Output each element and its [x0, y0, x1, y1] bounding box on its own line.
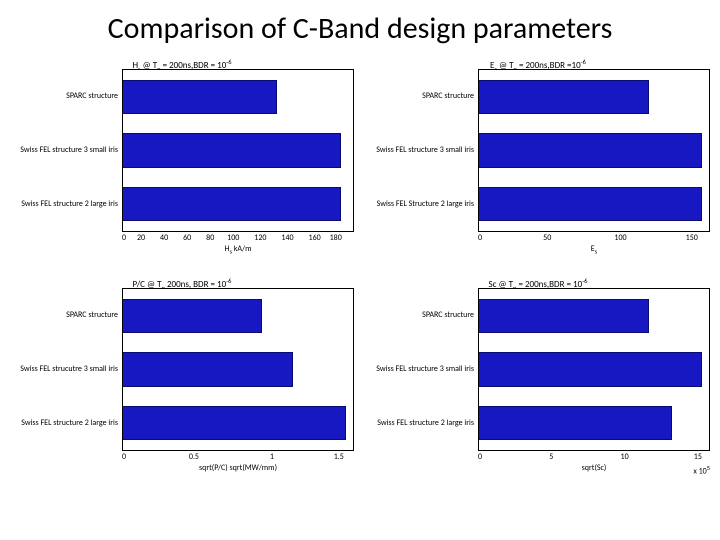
chart-pc: P/C @ Tp 200ns, BDR = 10-6 SPARC structu… — [10, 274, 354, 477]
bar — [479, 299, 649, 333]
chart-title: Hs @ Tp = 200ns,BDR = 10-6 — [10, 55, 354, 69]
chart-es: Es @ Tp = 200ns,BDR =10-6 SPARC structur… — [366, 55, 710, 258]
category-label: Swiss FEL strucutre 3 small iris — [20, 365, 118, 374]
bar — [479, 352, 702, 386]
x-axis: 0 50 100 150 Es — [478, 232, 710, 258]
page-title: Comparison of C-Band design parameters — [60, 12, 660, 45]
category-label: Swiss FEL structure 3 small iris — [376, 146, 474, 155]
category-label: Swiss FEL structure 2 large iris — [21, 419, 118, 428]
bar — [479, 80, 649, 114]
plot-area — [478, 288, 710, 451]
chart-title: Es @ Tp = 200ns,BDR =10-6 — [366, 55, 710, 69]
slide: Comparison of C-Band design parameters H… — [0, 0, 720, 540]
category-label: SPARC structure — [66, 311, 118, 320]
category-label: Swiss FEL structure 3 small iris — [20, 146, 118, 155]
category-label: Swiss FEL Structure 2 large iris — [377, 200, 474, 209]
plot-area — [122, 288, 354, 451]
chart-sc: Sc @ Tp = 200ns,BDR = 10-6 SPARC structu… — [366, 274, 710, 477]
chart-title: P/C @ Tp 200ns, BDR = 10-6 — [10, 274, 354, 288]
x-axis: 0 5 10 15 sqrt(Sc) x 105 — [478, 451, 710, 477]
bar — [123, 406, 346, 440]
chart-hs: Hs @ Tp = 200ns,BDR = 10-6 SPARC structu… — [10, 55, 354, 258]
plot-area — [478, 69, 710, 232]
category-label: Swiss FEL structure 3 small iris — [376, 365, 474, 374]
bar — [479, 187, 702, 221]
category-label: Swiss FEL structure 2 large iris — [21, 200, 118, 209]
x-label: Hs kA/m — [122, 244, 354, 256]
x-label: Es — [478, 244, 710, 256]
category-label: SPARC structure — [422, 92, 474, 101]
bar — [123, 352, 293, 386]
category-label: SPARC structure — [422, 311, 474, 320]
y-labels: SPARC structure Swiss FEL structure 3 sm… — [366, 69, 478, 232]
category-label: Swiss FEL structure 2 large iris — [377, 419, 474, 428]
x-label: sqrt(Sc) — [478, 463, 710, 473]
y-labels: SPARC structure Swiss FEL structure 3 sm… — [10, 69, 122, 232]
x-exponent: x 105 — [693, 464, 710, 477]
x-label: sqrt(P/C) sqrt(MW/mm) — [122, 463, 354, 473]
x-axis: 0 20 40 60 80 100 120 140 160 180 Hs kA/… — [122, 232, 354, 258]
bar — [479, 406, 672, 440]
x-axis: 0 0.5 1 1.5 sqrt(P/C) sqrt(MW/mm) — [122, 451, 354, 477]
bar — [123, 133, 341, 167]
chart-title: Sc @ Tp = 200ns,BDR = 10-6 — [366, 274, 710, 288]
y-labels: SPARC structure Swiss FEL strucutre 3 sm… — [10, 288, 122, 451]
plot-area — [122, 69, 354, 232]
chart-grid: Hs @ Tp = 200ns,BDR = 10-6 SPARC structu… — [0, 55, 720, 485]
bar — [479, 133, 702, 167]
bar — [123, 80, 277, 114]
category-label: SPARC structure — [66, 92, 118, 101]
bar — [123, 187, 341, 221]
y-labels: SPARC structure Swiss FEL structure 3 sm… — [366, 288, 478, 451]
bar — [123, 299, 262, 333]
